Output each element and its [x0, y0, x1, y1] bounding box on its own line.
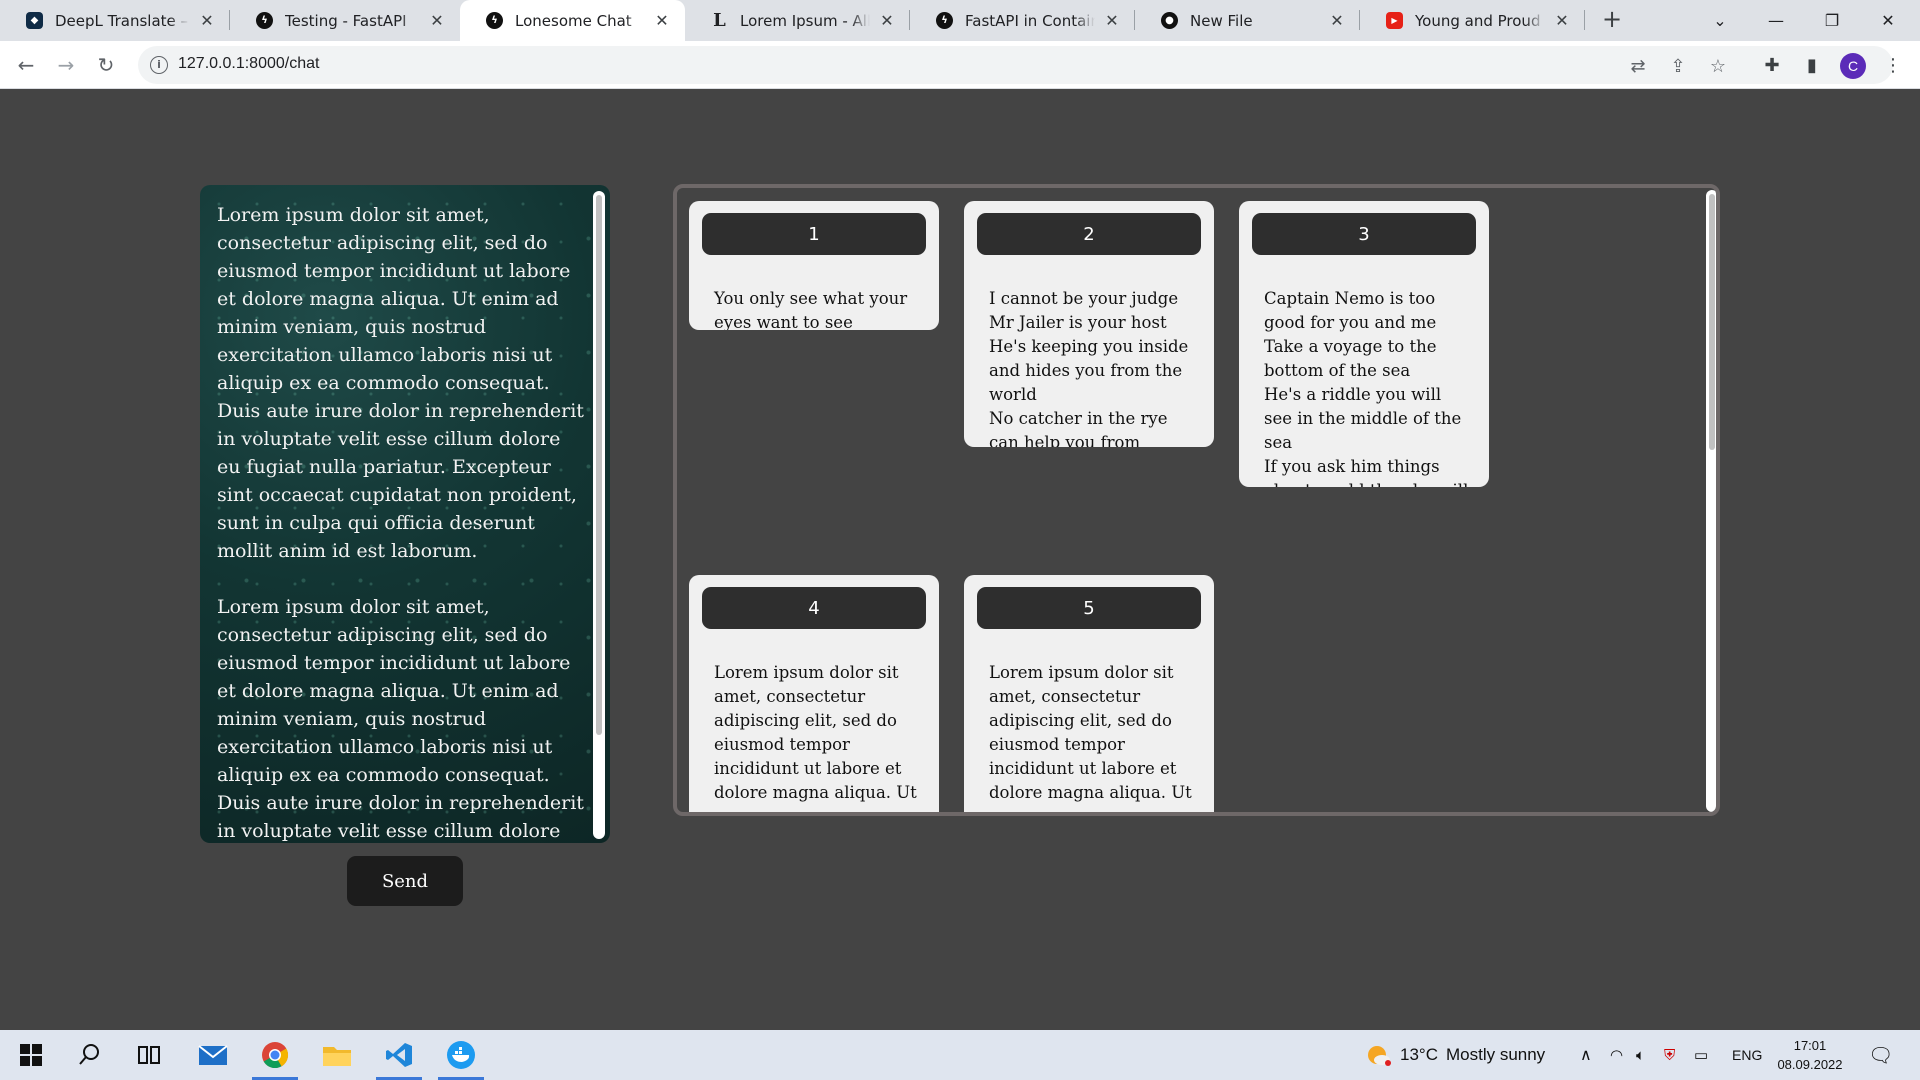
battery-icon[interactable]: ▭: [1694, 1030, 1708, 1080]
wifi-icon[interactable]: ◠: [1610, 1030, 1623, 1080]
side-panel-icon[interactable]: ▮: [1799, 52, 1825, 78]
close-icon[interactable]: ✕: [1328, 11, 1346, 30]
card-header: 2: [977, 213, 1201, 255]
tab-title: Testing - FastAPI: [285, 11, 407, 30]
tab-separator: [1584, 10, 1585, 30]
translate-icon[interactable]: ⇄: [1626, 54, 1650, 78]
chat-message-list: Lorem ipsum dolor sit amet, consectetur …: [217, 201, 589, 843]
youtube-icon: ▶: [1386, 12, 1403, 29]
chat-message: Lorem ipsum dolor sit amet, consectetur …: [217, 596, 584, 842]
close-icon[interactable]: ✕: [1553, 11, 1571, 30]
tab-testing-fastapi[interactable]: ϟ Testing - FastAPI ✕: [230, 0, 460, 41]
lorem-ipsum-icon: L: [713, 10, 726, 31]
browser-toolbar: ← → ↻ i 127.0.0.1:8000/chat ⇄ ⇪ ☆ ✚ ▮ C …: [0, 41, 1920, 89]
card-text: I cannot be your judge Mr Jailer is your…: [989, 289, 1189, 447]
weather-widget[interactable]: 13°C Mostly sunny: [1366, 1030, 1545, 1080]
clock-time: 17:01: [1793, 1038, 1827, 1053]
bookmark-star-icon[interactable]: ☆: [1706, 54, 1730, 78]
weather-condition: Mostly sunny: [1445, 1045, 1546, 1064]
search-icon[interactable]: [60, 1030, 118, 1080]
tab-lorem-ipsum[interactable]: L Lorem Ipsum - All the ✕: [685, 0, 910, 41]
close-icon[interactable]: ✕: [653, 11, 671, 30]
tab-new-file[interactable]: ● New File ✕: [1135, 0, 1360, 41]
tray-chevron-icon[interactable]: ∧: [1580, 1030, 1592, 1080]
tab-lonesome-chat[interactable]: ϟ Lonesome Chat ✕: [460, 0, 685, 41]
windows-start-icon[interactable]: [2, 1030, 60, 1080]
share-icon[interactable]: ⇪: [1666, 54, 1690, 78]
minimize-button[interactable]: —: [1748, 0, 1804, 41]
site-info-icon[interactable]: i: [150, 56, 168, 74]
mail-icon[interactable]: [184, 1030, 242, 1080]
card-header: 1: [702, 213, 926, 255]
card-text: Lorem ipsum dolor sit amet, consectetur …: [714, 663, 917, 802]
restore-button[interactable]: ❐: [1804, 0, 1860, 41]
cards-board[interactable]: 1 You only see what your eyes want to se…: [673, 184, 1720, 816]
tab-young-and-proud[interactable]: ▶ Young and Proud - Yo ✕: [1360, 0, 1585, 41]
close-icon[interactable]: ✕: [1103, 11, 1121, 30]
tab-fastapi-containers[interactable]: ϟ FastAPI in Containers ✕: [910, 0, 1135, 41]
tab-title: Lorem Ipsum - All the: [740, 11, 870, 30]
tab-search-chevron-icon[interactable]: ⌄: [1692, 0, 1748, 41]
language-indicator[interactable]: ENG: [1732, 1030, 1762, 1080]
card-text: Captain Nemo is too good for you and me …: [1264, 289, 1468, 487]
send-button[interactable]: Send: [347, 856, 463, 906]
chat-page: Lorem ipsum dolor sit amet, consectetur …: [0, 89, 1920, 1030]
taskbar-clock[interactable]: 17:01 08.09.2022: [1770, 1036, 1850, 1074]
reload-icon[interactable]: ↻: [90, 49, 122, 81]
vscode-icon[interactable]: [370, 1030, 428, 1080]
card-header: 5: [977, 587, 1201, 629]
chat-scrollbar[interactable]: [593, 191, 605, 839]
tab-title: New File: [1190, 11, 1253, 30]
tab-title: DeepL Translate – Cat: [55, 11, 190, 30]
deepl-icon: ◆: [26, 12, 43, 29]
card-5: 5 Lorem ipsum dolor sit amet, consectetu…: [964, 575, 1214, 812]
close-window-button[interactable]: ✕: [1860, 0, 1916, 41]
back-arrow-icon[interactable]: ←: [10, 49, 42, 81]
file-explorer-icon[interactable]: [308, 1030, 366, 1080]
windows-taskbar: 13°C Mostly sunny ∧ ◠ 🔈︎ ⛨ ▭ ENG 17:01 0…: [0, 1030, 1920, 1080]
profile-avatar[interactable]: C: [1840, 53, 1866, 79]
task-view-icon[interactable]: [120, 1030, 178, 1080]
card-text: You only see what your eyes want to see: [714, 289, 908, 330]
card-header: 4: [702, 587, 926, 629]
weather-sun-icon: [1366, 1042, 1392, 1068]
tab-title: Lonesome Chat: [515, 11, 632, 30]
url-text[interactable]: 127.0.0.1:8000/chat: [178, 55, 319, 73]
tab-title: FastAPI in Containers: [965, 11, 1095, 30]
fastapi-icon: ϟ: [486, 12, 503, 29]
card-header: 3: [1252, 213, 1476, 255]
close-icon[interactable]: ✕: [198, 11, 216, 30]
fastapi-icon: ϟ: [256, 12, 273, 29]
menu-dots-icon[interactable]: ⋮: [1880, 52, 1906, 78]
card-2: 2 I cannot be your judge Mr Jailer is yo…: [964, 201, 1214, 447]
volume-icon[interactable]: 🔈︎: [1636, 1030, 1645, 1080]
browser-tab-strip: ◆ DeepL Translate – Cat ✕ ϟ Testing - Fa…: [0, 0, 1920, 41]
chat-message: Lorem ipsum dolor sit amet, consectetur …: [217, 204, 584, 562]
new-tab-button[interactable]: +: [1598, 6, 1626, 34]
close-icon[interactable]: ✕: [428, 11, 446, 30]
card-1: 1 You only see what your eyes want to se…: [689, 201, 939, 330]
chrome-icon[interactable]: [246, 1030, 304, 1080]
tab-title: Young and Proud - Yo: [1415, 11, 1545, 30]
address-bar[interactable]: i 127.0.0.1:8000/chat ⇄ ⇪ ☆: [138, 46, 1893, 84]
close-icon[interactable]: ✕: [878, 11, 896, 30]
chat-message-panel[interactable]: Lorem ipsum dolor sit amet, consectetur …: [200, 185, 610, 843]
fastapi-icon: ϟ: [936, 12, 953, 29]
docker-icon[interactable]: [432, 1030, 490, 1080]
card-text: Lorem ipsum dolor sit amet, consectetur …: [989, 663, 1192, 802]
notifications-icon[interactable]: 🗨︎: [1868, 1030, 1893, 1080]
card-4: 4 Lorem ipsum dolor sit amet, consectetu…: [689, 575, 939, 812]
chat-scrollbar-thumb[interactable]: [596, 195, 602, 735]
forward-arrow-icon[interactable]: →: [50, 49, 82, 81]
security-shield-icon[interactable]: ⛨: [1664, 1030, 1675, 1080]
cards-scrollbar-thumb[interactable]: [1709, 194, 1715, 450]
cards-scrollbar[interactable]: [1706, 190, 1716, 812]
card-3: 3 Captain Nemo is too good for you and m…: [1239, 201, 1489, 487]
github-icon: ●: [1161, 12, 1178, 29]
extensions-puzzle-icon[interactable]: ✚: [1759, 52, 1785, 78]
tab-deepl[interactable]: ◆ DeepL Translate – Cat ✕: [0, 0, 230, 41]
weather-temperature: 13°C: [1400, 1045, 1438, 1064]
clock-date: 08.09.2022: [1777, 1057, 1843, 1072]
